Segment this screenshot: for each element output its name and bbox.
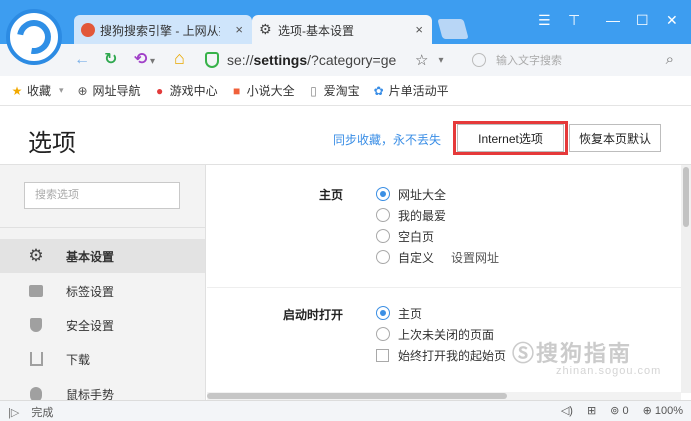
tab-settings[interactable]: ⚙ 选项-基本设置 × bbox=[252, 15, 432, 45]
speaker-icon[interactable]: ◁) bbox=[561, 404, 573, 417]
search-engine-icon[interactable] bbox=[472, 53, 486, 67]
sidebar-item-download[interactable]: 下载 bbox=[0, 342, 205, 376]
paw-icon: ✿ bbox=[373, 83, 384, 98]
tab-icon bbox=[28, 283, 44, 299]
bookmark-movie-list[interactable]: ✿ 片单活动平 bbox=[372, 82, 449, 99]
undo-dropdown-icon[interactable]: ▾ bbox=[150, 53, 155, 71]
bookmark-game-center[interactable]: ● 游戏中心 bbox=[153, 82, 218, 99]
bookmark-star-icon[interactable]: ☆ bbox=[415, 51, 428, 69]
highlight-box bbox=[453, 121, 568, 155]
tab-sogou-search[interactable]: 搜狗搜索引擎 - 上网从搜 × bbox=[74, 15, 252, 45]
homepage-option-url-directory[interactable]: 网址大全 bbox=[376, 184, 446, 204]
bookmarks-bar: ★ 收藏 ▾ ⊕ 网址导航 ● 游戏中心 ■ 小说大全 ▯ 爱淘宝 ✿ 片单活动平 bbox=[0, 76, 691, 106]
section-divider bbox=[207, 287, 681, 288]
sidebar-item-label: 下载 bbox=[66, 352, 91, 367]
page-title: 选项 bbox=[28, 130, 76, 157]
radio-selected[interactable] bbox=[376, 187, 390, 201]
status-bar: |▷ 完成 ◁) ⊞ ⊚ 0 ⊕ 100% bbox=[0, 400, 691, 421]
startup-option-last-session[interactable]: 上次未关闭的页面 bbox=[376, 324, 494, 344]
page-icon: ▯ bbox=[310, 83, 317, 98]
navigation-bar: ← ↻ ⟲ ▾ ⌂ se://settings/?category=ge ☆ ▾… bbox=[0, 44, 691, 76]
scrollbar-thumb[interactable] bbox=[683, 167, 689, 227]
homepage-option-blank[interactable]: 空白页 bbox=[376, 226, 434, 246]
sidebar-item-mouse-gestures[interactable]: 鼠标手势 bbox=[0, 377, 205, 401]
game-icon: ● bbox=[155, 83, 164, 98]
sync-favorites-link[interactable]: 同步收藏，永不丢失 bbox=[333, 131, 441, 148]
sidebar-item-label: 鼠标手势 bbox=[66, 387, 115, 401]
chevron-down-icon: ▾ bbox=[59, 85, 64, 95]
homepage-label: 主页 bbox=[318, 188, 343, 202]
sidebar: 搜索选项 ⚙ 基本设置 标签设置 安全设置 下载 鼠标手势 bbox=[0, 165, 206, 400]
bookmark-aitaobao[interactable]: ▯ 爱淘宝 bbox=[307, 82, 359, 99]
new-tab-button[interactable] bbox=[437, 19, 469, 39]
checkbox[interactable] bbox=[376, 348, 389, 362]
book-icon: ■ bbox=[232, 83, 241, 98]
sogou-logo-mark bbox=[10, 13, 58, 61]
reset-defaults-button[interactable]: 恢复本页默认 bbox=[569, 124, 661, 152]
startup-option-always-start-page[interactable]: 始终打开我的起始页 bbox=[376, 345, 506, 365]
shield-icon bbox=[28, 317, 44, 333]
sidebar-item-label: 安全设置 bbox=[66, 318, 115, 333]
watermark: Ⓢ搜狗指南 bbox=[512, 341, 633, 366]
address-text[interactable]: se://settings/?category=ge bbox=[227, 52, 407, 68]
search-icon[interactable]: ⌕ bbox=[666, 51, 674, 68]
tab-label: 搜狗搜索引擎 - 上网从搜 bbox=[100, 23, 220, 38]
download-manager-icon[interactable]: ⊞ bbox=[587, 404, 596, 417]
search-placeholder: 输入文字搜索 bbox=[496, 55, 562, 67]
bookmark-favorites[interactable]: ★ 收藏 ▾ bbox=[10, 82, 64, 99]
status-text: 完成 bbox=[31, 407, 54, 419]
tab-label: 选项-基本设置 bbox=[278, 23, 354, 38]
sidebar-item-security-settings[interactable]: 安全设置 bbox=[0, 308, 205, 342]
bookmark-novels[interactable]: ■ 小说大全 bbox=[230, 82, 295, 99]
radio-selected[interactable] bbox=[376, 306, 390, 320]
search-box[interactable]: 输入文字搜索 ⌕ bbox=[466, 47, 682, 73]
window-close-icon[interactable]: ✕ bbox=[666, 12, 678, 29]
watermark-url: zhinan.sogou.com bbox=[556, 365, 662, 377]
horizontal-scrollbar[interactable] bbox=[207, 392, 681, 400]
radio[interactable] bbox=[376, 208, 390, 222]
sogou-browser-logo[interactable] bbox=[6, 9, 62, 65]
vertical-scrollbar[interactable] bbox=[681, 165, 691, 393]
secure-shield-icon bbox=[205, 52, 219, 68]
maximize-icon[interactable]: ☐ bbox=[636, 12, 649, 29]
undo-icon[interactable]: ⟲ bbox=[134, 51, 147, 69]
sogou-icon bbox=[81, 23, 95, 37]
sidebar-item-basic-settings[interactable]: ⚙ 基本设置 bbox=[0, 239, 205, 273]
refresh-icon[interactable]: ↻ bbox=[104, 51, 117, 69]
gear-icon: ⚙ bbox=[259, 21, 272, 37]
home-icon[interactable]: ⌂ bbox=[174, 49, 185, 67]
set-url-link[interactable]: 设置网址 bbox=[451, 249, 499, 266]
address-dropdown-icon[interactable]: ▾ bbox=[438, 55, 443, 66]
homepage-option-favorites[interactable]: 我的最爱 bbox=[376, 205, 446, 225]
startup-option-homepage[interactable]: 主页 bbox=[376, 303, 422, 323]
bookmark-url-nav[interactable]: ⊕ 网址导航 bbox=[76, 82, 141, 99]
sidebar-toggle-icon[interactable]: |▷ bbox=[8, 406, 19, 419]
menu-icon[interactable]: ☰ bbox=[538, 12, 551, 29]
gear-icon: ⚙ bbox=[28, 246, 44, 265]
sidebar-divider bbox=[0, 227, 205, 228]
scrollbar-thumb[interactable] bbox=[207, 393, 507, 399]
address-bar[interactable]: se://settings/?category=ge ☆ ▾ bbox=[205, 47, 452, 73]
close-tab-icon[interactable]: × bbox=[415, 22, 423, 37]
globe-icon: ⊕ bbox=[77, 83, 88, 98]
adblock-icon[interactable]: ⊚ 0 bbox=[610, 404, 628, 417]
sidebar-item-label: 标签设置 bbox=[66, 284, 115, 299]
sidebar-item-tab-settings[interactable]: 标签设置 bbox=[0, 274, 205, 308]
mouse-icon bbox=[28, 386, 44, 400]
close-tab-icon[interactable]: × bbox=[235, 22, 243, 37]
minimize-icon[interactable]: — bbox=[606, 12, 620, 28]
radio[interactable] bbox=[376, 229, 390, 243]
back-icon[interactable]: ← bbox=[74, 51, 90, 69]
star-icon: ★ bbox=[11, 83, 23, 98]
options-search-input[interactable]: 搜索选项 bbox=[24, 182, 180, 209]
radio[interactable] bbox=[376, 250, 390, 264]
download-icon bbox=[28, 351, 44, 367]
skin-icon[interactable]: ⊤ bbox=[568, 12, 580, 29]
zoom-level[interactable]: ⊕ 100% bbox=[643, 404, 683, 417]
radio[interactable] bbox=[376, 327, 390, 341]
startup-label: 启动时打开 bbox=[282, 308, 343, 322]
sidebar-item-label: 基本设置 bbox=[66, 249, 115, 264]
homepage-option-custom[interactable]: 自定义 设置网址 bbox=[376, 247, 499, 267]
